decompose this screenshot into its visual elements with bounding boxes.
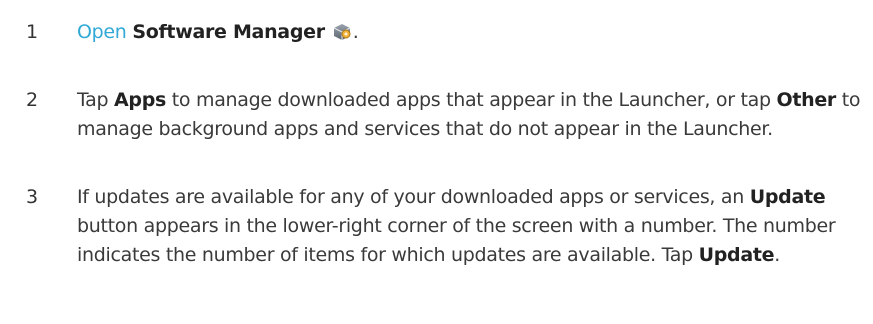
step-text: If updates are available for any of your… bbox=[77, 183, 867, 270]
update-term: Update bbox=[698, 244, 775, 266]
instruction-steps: 1 Open Software Manager . 2 Tap Apps to bbox=[0, 0, 873, 324]
step-text: Open Software Manager . bbox=[77, 18, 867, 47]
update-term: Update bbox=[749, 186, 826, 208]
open-link[interactable]: Open bbox=[77, 21, 127, 43]
sentence-end: . bbox=[352, 21, 359, 43]
text-segment: . bbox=[774, 244, 780, 266]
text-segment: to manage downloaded apps that appear in… bbox=[166, 89, 777, 111]
step-number: 1 bbox=[26, 21, 39, 43]
app-name: Software Manager bbox=[132, 21, 325, 43]
text-segment: If updates are available for any of your… bbox=[77, 186, 750, 208]
text-segment: Tap bbox=[77, 89, 115, 111]
step-number: 2 bbox=[26, 89, 39, 111]
apps-term: Apps bbox=[114, 89, 167, 111]
step-number: 3 bbox=[26, 186, 39, 208]
other-term: Other bbox=[776, 89, 837, 111]
step-text: Tap Apps to manage downloaded apps that … bbox=[77, 86, 867, 144]
software-manager-icon bbox=[331, 20, 353, 42]
